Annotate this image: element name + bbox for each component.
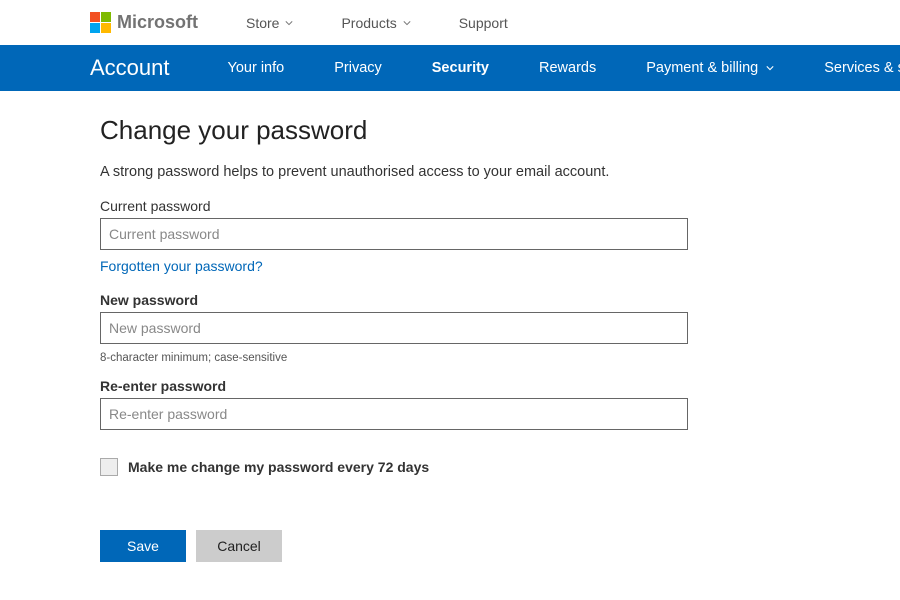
- new-password-label: New password: [100, 292, 720, 308]
- password-hint: 8-character minimum; case-sensitive: [100, 352, 720, 364]
- nav-products-label: Products: [341, 15, 396, 31]
- global-nav: Microsoft Store Products Support: [0, 0, 900, 45]
- nav-support[interactable]: Support: [459, 15, 508, 31]
- current-password-input[interactable]: [100, 218, 688, 250]
- account-nav-title: Account: [90, 55, 170, 81]
- cancel-button[interactable]: Cancel: [196, 530, 282, 562]
- tab-payment-billing[interactable]: Payment & billing: [646, 60, 774, 76]
- page-subtitle: A strong password helps to prevent unaut…: [100, 164, 720, 180]
- microsoft-logo-icon: [90, 12, 111, 33]
- reenter-password-input[interactable]: [100, 398, 688, 430]
- tab-services[interactable]: Services & sub: [824, 60, 900, 76]
- tab-privacy[interactable]: Privacy: [334, 60, 382, 76]
- nav-products[interactable]: Products: [341, 15, 410, 31]
- nav-support-label: Support: [459, 15, 508, 31]
- form-buttons: Save Cancel: [100, 530, 720, 562]
- forgot-password-link[interactable]: Forgotten your password?: [100, 258, 263, 274]
- current-password-field: Current password: [100, 198, 720, 250]
- new-password-input[interactable]: [100, 312, 688, 344]
- tab-rewards[interactable]: Rewards: [539, 60, 596, 76]
- save-button[interactable]: Save: [100, 530, 186, 562]
- reenter-password-field: Re-enter password: [100, 378, 720, 430]
- microsoft-brand[interactable]: Microsoft: [90, 12, 198, 33]
- tab-security[interactable]: Security: [432, 60, 489, 76]
- rotate-password-checkbox[interactable]: [100, 458, 118, 476]
- account-nav: Account Your info Privacy Security Rewar…: [0, 45, 900, 91]
- chevron-down-icon: [766, 64, 774, 72]
- tab-payment-billing-label: Payment & billing: [646, 60, 758, 76]
- reenter-password-label: Re-enter password: [100, 378, 720, 394]
- chevron-down-icon: [403, 19, 411, 27]
- rotate-password-row: Make me change my password every 72 days: [100, 458, 720, 476]
- main-content: Change your password A strong password h…: [0, 91, 720, 562]
- new-password-field: New password: [100, 292, 720, 344]
- tab-your-info[interactable]: Your info: [228, 60, 285, 76]
- current-password-label: Current password: [100, 198, 720, 214]
- rotate-password-label: Make me change my password every 72 days: [128, 459, 429, 475]
- page-title: Change your password: [100, 115, 720, 146]
- brand-name: Microsoft: [117, 12, 198, 33]
- chevron-down-icon: [285, 19, 293, 27]
- nav-store[interactable]: Store: [246, 15, 293, 31]
- nav-store-label: Store: [246, 15, 279, 31]
